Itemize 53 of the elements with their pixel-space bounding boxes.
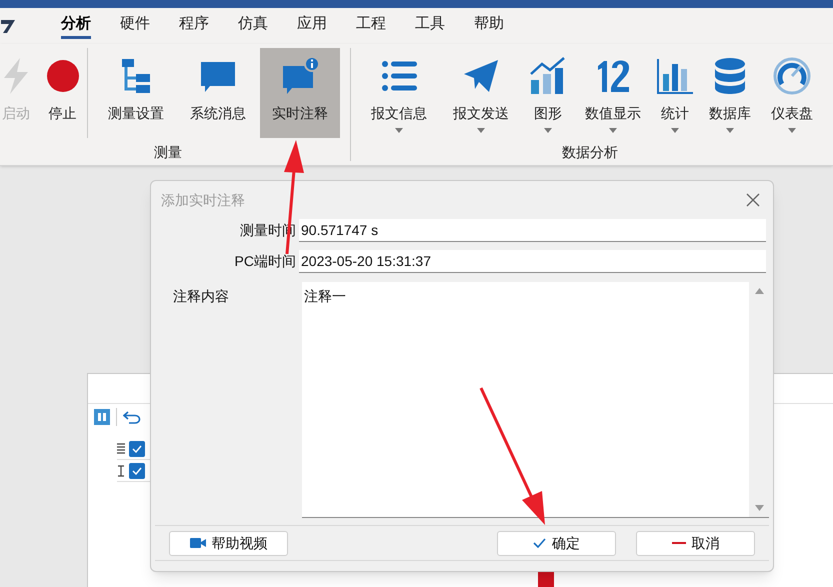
field-label: PC端时间 — [234, 252, 297, 271]
caret-icon — [788, 128, 796, 133]
menu-tab[interactable]: 帮助 — [474, 14, 504, 38]
ribbon-button[interactable]: 实时注释 — [260, 48, 340, 138]
dialog-button[interactable]: 取消 — [636, 530, 755, 556]
chat-info-icon — [280, 56, 320, 96]
caret-icon — [671, 128, 679, 133]
text-cursor-icon — [117, 464, 125, 476]
menu-tab[interactable]: 仿真 — [238, 14, 268, 38]
menu-tab[interactable]: 工具 — [415, 14, 445, 38]
dialog-button[interactable]: 帮助视频 — [169, 530, 288, 556]
ribbon-button[interactable]: 系统消息 — [178, 48, 258, 138]
menu-tab[interactable]: 程序 — [179, 14, 209, 38]
close-icon — [746, 193, 760, 207]
ribbon-button[interactable]: 停止 — [38, 48, 88, 138]
minus-icon — [672, 541, 686, 545]
checkbox[interactable] — [129, 462, 145, 478]
ribbon-button[interactable]: 仪表盘 — [763, 48, 821, 138]
logo-icon — [1, 18, 17, 34]
check-icon — [533, 538, 546, 548]
caret-icon — [609, 128, 617, 133]
ribbon-button[interactable]: 数据库 — [699, 48, 761, 138]
check-icon — [132, 466, 142, 474]
ribbon-button[interactable]: 数值显示 — [575, 48, 651, 138]
menu-tab[interactable]: 分析 — [61, 14, 91, 38]
ribbon-button[interactable]: 图形 — [523, 48, 573, 138]
note-textarea[interactable]: 注释一 — [302, 282, 769, 518]
ribbon-button[interactable]: 报文发送 — [441, 48, 521, 138]
list-icon — [117, 442, 125, 454]
pause-icon[interactable] — [94, 409, 110, 425]
input-field[interactable]: 90.571747 s — [299, 219, 766, 242]
caret-icon — [395, 128, 403, 133]
input-field[interactable]: 2023-05-20 15:31:37 — [299, 250, 766, 273]
ribbon-button[interactable]: 报文信息 — [359, 48, 439, 138]
group-label: 测量 — [154, 143, 182, 161]
bar-chart-icon — [655, 56, 695, 96]
caret-icon — [726, 128, 734, 133]
field-label: 注释内容 — [172, 287, 230, 306]
menu-tab[interactable]: 应用 — [297, 14, 327, 38]
menu-tab[interactable]: 工程 — [356, 14, 386, 38]
dialog-title: 添加实时注释 — [161, 190, 245, 210]
checkbox[interactable] — [129, 440, 145, 456]
ribbon-button[interactable]: 统计 — [653, 48, 697, 138]
gauge-icon — [772, 56, 812, 96]
ribbon-button[interactable]: 测量设置 — [96, 48, 176, 138]
video-camera-icon — [190, 536, 206, 550]
dialog-button[interactable]: 确定 — [497, 530, 616, 556]
undo-icon[interactable] — [123, 409, 141, 425]
caret-icon — [544, 128, 552, 133]
group-label: 数据分析 — [562, 143, 618, 161]
caret-icon — [477, 128, 485, 133]
check-icon — [132, 444, 142, 452]
menu-tab[interactable]: 硬件 — [120, 14, 150, 38]
